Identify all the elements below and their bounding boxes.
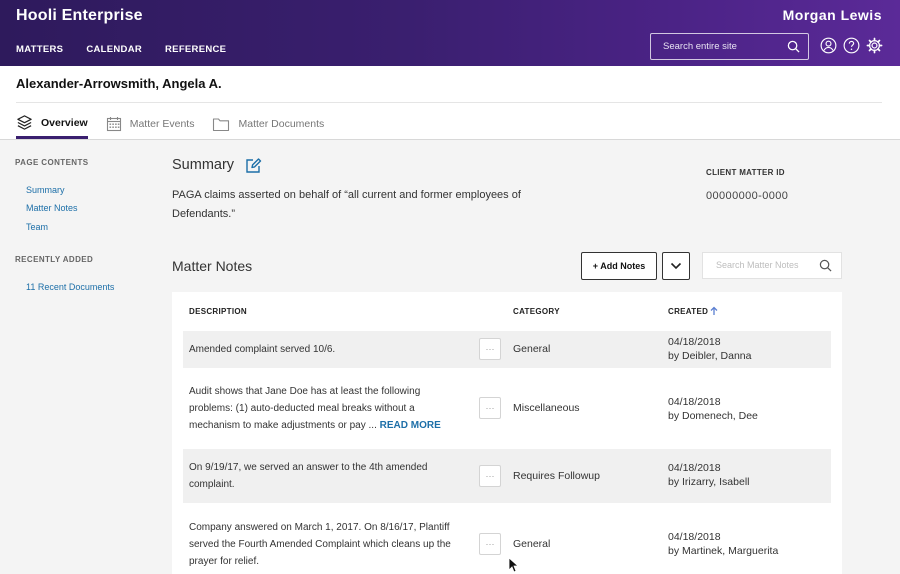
edit-icon[interactable] [244, 157, 262, 175]
help-icon[interactable] [843, 37, 860, 54]
notes-dropdown-button[interactable] [662, 252, 690, 280]
firm-logo: Morgan Lewis [782, 7, 882, 23]
main-nav: MATTERS CALENDAR REFERENCE [16, 44, 226, 55]
note-description: Company answered on March 1, 2017. On 8/… [189, 522, 451, 567]
note-description: Audit shows that Jane Doe has at least t… [189, 383, 459, 434]
note-date: 04/18/2018 [668, 462, 721, 474]
gear-icon[interactable] [866, 37, 883, 54]
summary-title: Summary [172, 157, 235, 173]
client-matter-id: 00000000-0000 [706, 190, 789, 202]
search-icon[interactable] [819, 259, 832, 272]
note-author: by Martinek, Marguerita [668, 545, 779, 557]
tab-bar: Overview Matter Events Matter Documents [16, 109, 324, 139]
note-category: Requires Followup [513, 470, 600, 482]
note-date: 04/18/2018 [668, 396, 721, 408]
table-row[interactable]: Audit shows that Jane Doe has at least t… [183, 374, 831, 442]
note-category: General [513, 343, 551, 355]
note-created: 04/18/2018 by Martinek, Marguerita [668, 530, 778, 558]
note-category: General [513, 538, 551, 550]
tab-overview[interactable]: Overview [16, 109, 88, 139]
row-actions-button[interactable]: ··· [479, 533, 501, 555]
sort-ascending-icon[interactable] [710, 306, 718, 316]
matter-notes-title: Matter Notes [172, 258, 253, 274]
notes-search-input[interactable] [716, 260, 816, 270]
mouse-cursor-icon [508, 557, 519, 573]
client-name: Alexander-Arrowsmith, Angela A. [16, 76, 222, 91]
note-date: 04/18/2018 [668, 531, 721, 543]
client-matter-id-label: CLIENT MATTER ID [706, 168, 785, 177]
tab-matter-documents[interactable]: Matter Documents [212, 109, 324, 139]
table-row[interactable]: Company answered on March 1, 2017. On 8/… [183, 510, 831, 574]
table-row[interactable]: Amended complaint served 10/6. ··· Gener… [183, 331, 831, 368]
recently-added-heading: RECENTLY ADDED [15, 255, 94, 264]
sidebar-link-team[interactable]: Team [26, 222, 48, 232]
note-date: 04/18/2018 [668, 336, 721, 348]
notes-search [702, 252, 842, 279]
note-created: 04/18/2018 by Domenech, Dee [668, 395, 758, 423]
row-actions-button[interactable]: ··· [479, 465, 501, 487]
calendar-icon [106, 117, 121, 132]
note-category: Miscellaneous [513, 402, 580, 414]
page-contents-heading: PAGE CONTENTS [15, 158, 89, 167]
summary-text: PAGA claims asserted on behalf of “all c… [172, 189, 521, 220]
note-author: by Irizarry, Isabell [668, 476, 750, 488]
read-more-link[interactable]: READ MORE [380, 420, 441, 431]
client-header: Alexander-Arrowsmith, Angela A. Overview… [0, 66, 900, 140]
site-search-input[interactable] [663, 41, 781, 52]
sidebar-link-summary[interactable]: Summary [26, 185, 65, 195]
column-header-description[interactable]: DESCRIPTION [189, 307, 247, 316]
note-created: 04/18/2018 by Deibler, Danna [668, 335, 751, 363]
top-header: Hooli Enterprise Morgan Lewis MATTERS CA… [0, 0, 900, 66]
note-description: On 9/19/17, we served an answer to the 4… [189, 462, 428, 490]
note-description: Amended complaint served 10/6. [189, 344, 336, 355]
note-created: 04/18/2018 by Irizarry, Isabell [668, 461, 750, 489]
nav-matters[interactable]: MATTERS [16, 44, 63, 55]
column-header-category[interactable]: CATEGORY [513, 307, 560, 316]
note-author: by Domenech, Dee [668, 410, 758, 422]
tab-matter-documents-label: Matter Documents [238, 118, 325, 130]
user-icon[interactable] [820, 37, 837, 54]
table-row[interactable]: On 9/19/17, we served an answer to the 4… [183, 449, 831, 503]
tab-matter-events-label: Matter Events [129, 118, 195, 130]
header-icons [820, 37, 883, 54]
layers-icon [17, 115, 32, 130]
nav-reference[interactable]: REFERENCE [165, 44, 226, 55]
tab-overview-label: Overview [41, 116, 88, 129]
chevron-down-icon [670, 262, 682, 270]
column-header-created[interactable]: CREATED [668, 307, 708, 316]
row-actions-button[interactable]: ··· [479, 338, 501, 360]
note-author: by Deibler, Danna [668, 350, 752, 362]
folder-icon [213, 118, 230, 132]
search-icon[interactable] [787, 40, 800, 53]
recent-documents-link[interactable]: 11 Recent Documents [26, 282, 114, 292]
divider [16, 102, 882, 103]
matter-notes-table: DESCRIPTION CATEGORY CREATED Amended com… [172, 292, 842, 574]
sidebar-link-matter-notes[interactable]: Matter Notes [26, 203, 78, 213]
tab-matter-events[interactable]: Matter Events [106, 109, 195, 139]
app-brand[interactable]: Hooli Enterprise [16, 7, 143, 25]
row-actions-button[interactable]: ··· [479, 397, 501, 419]
nav-calendar[interactable]: CALENDAR [86, 44, 142, 55]
add-notes-button[interactable]: + Add Notes [581, 252, 657, 280]
site-search [650, 33, 809, 60]
